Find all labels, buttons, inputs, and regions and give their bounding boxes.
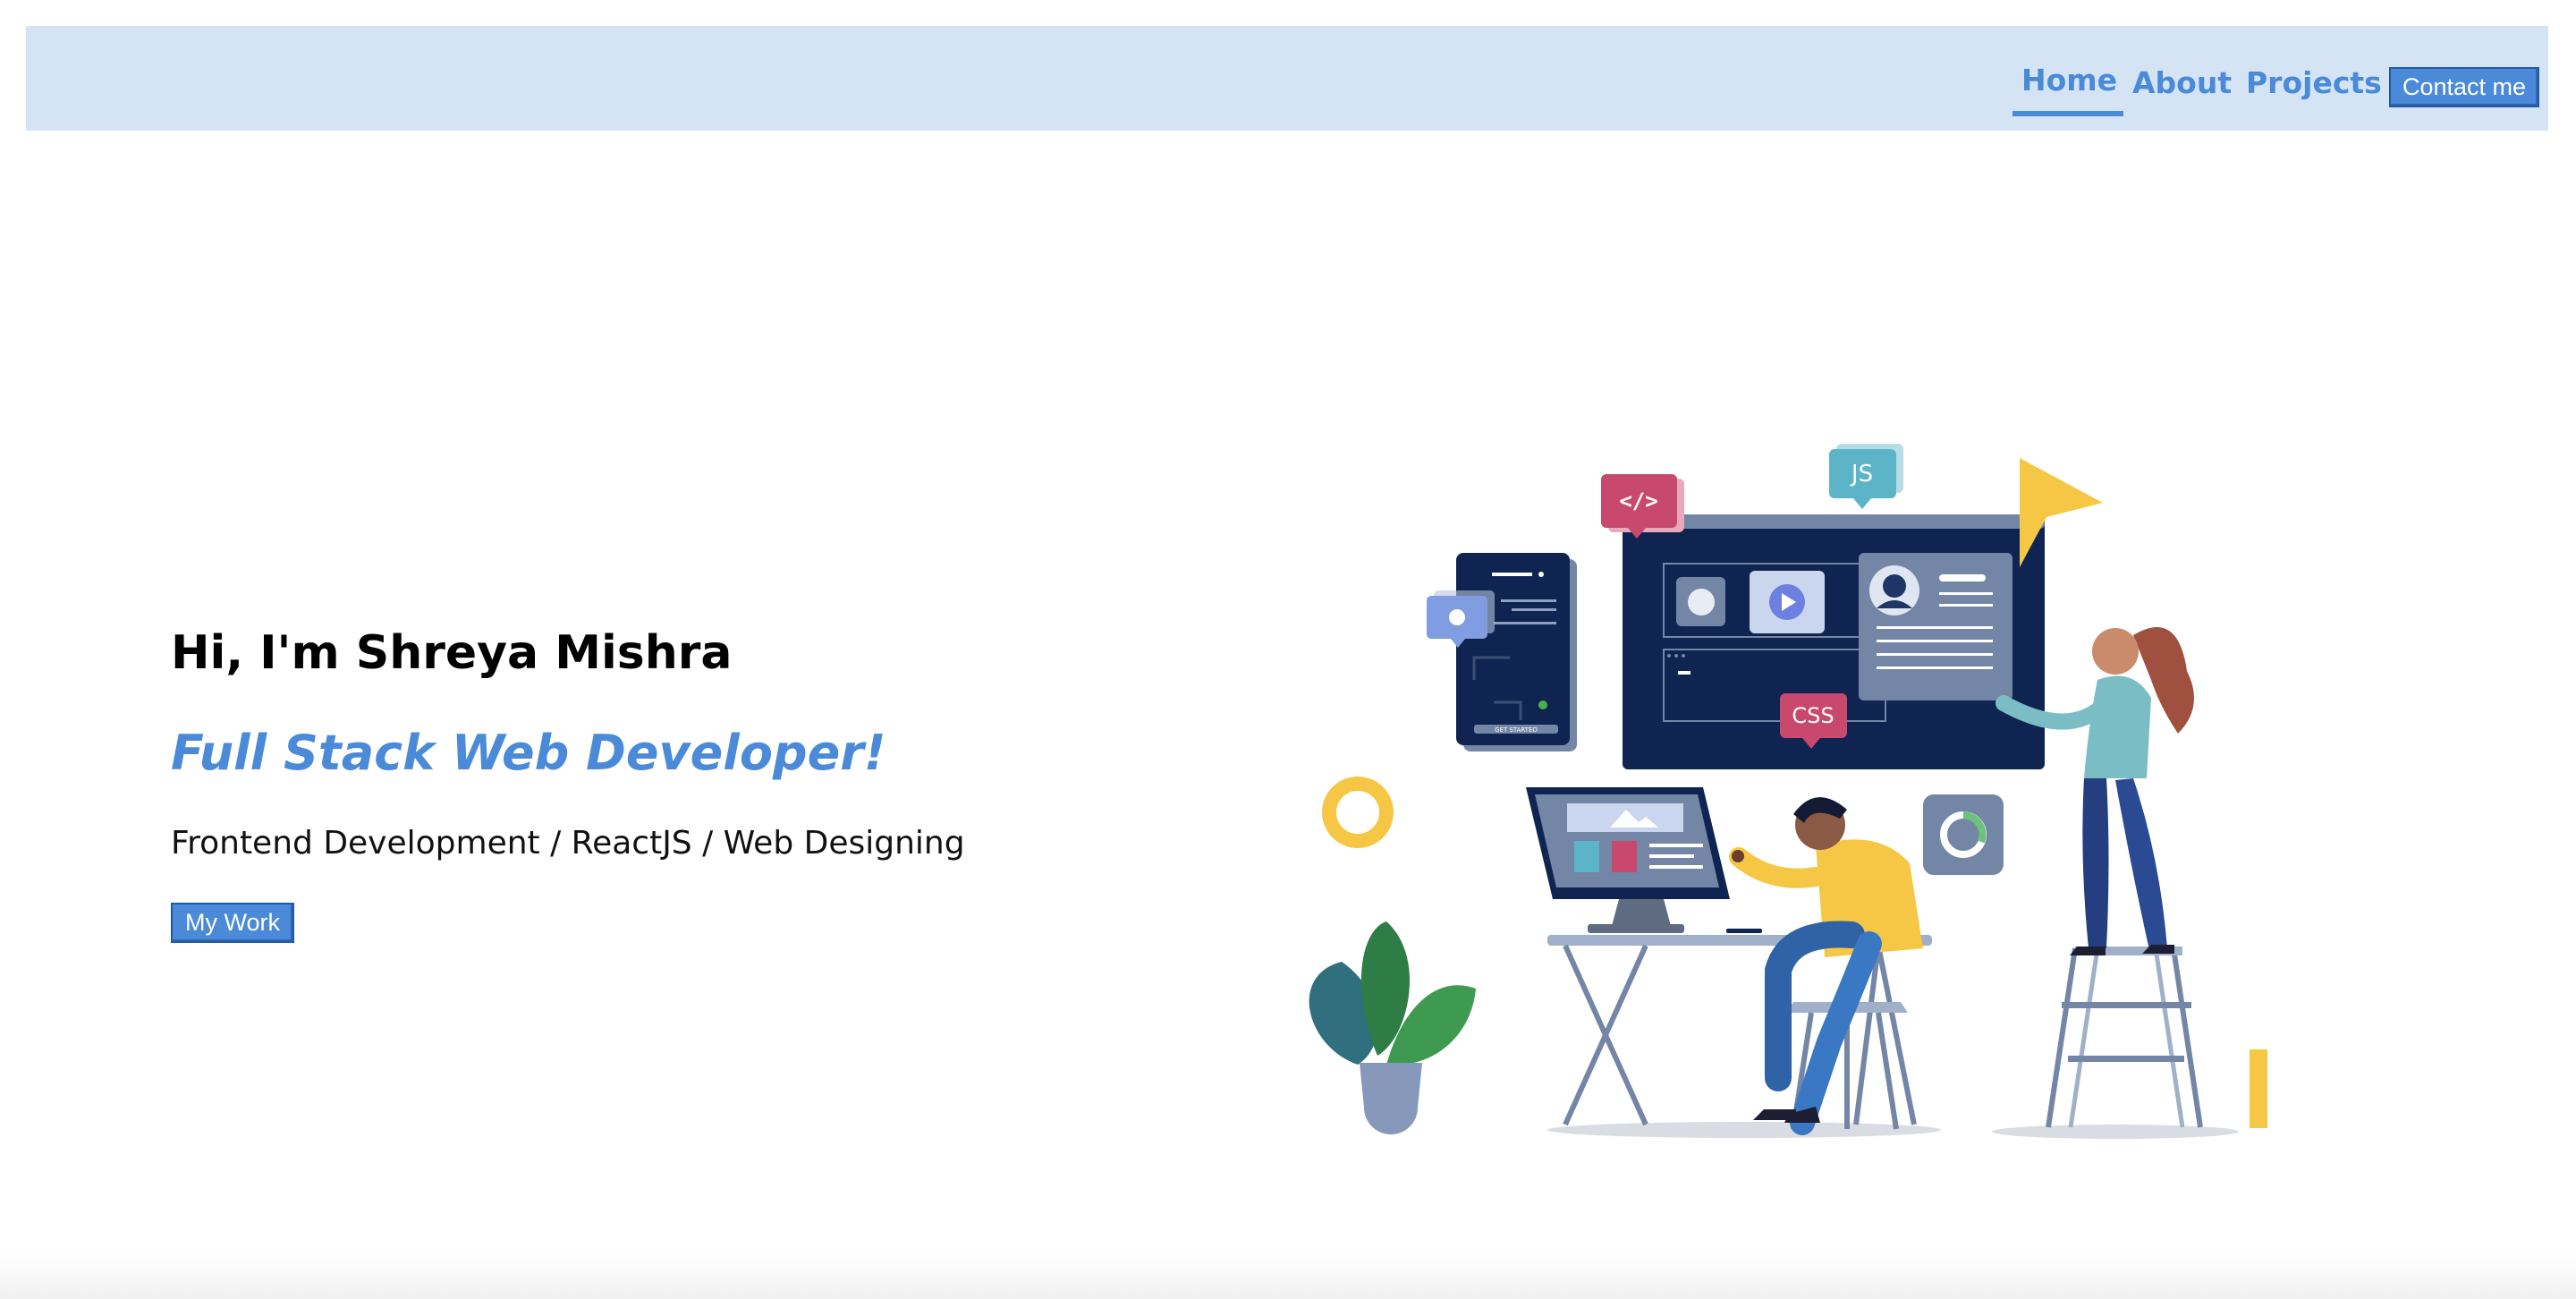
ladder-graphic	[2046, 947, 2203, 1128]
js-tag-text: JS	[1850, 461, 1873, 488]
nav-home-active-indicator	[2012, 111, 2123, 116]
nav-projects-link[interactable]: Projects	[2246, 65, 2382, 101]
css-tag-text: CSS	[1792, 703, 1834, 728]
developer-illustration: GET STARTED </> JS CSS	[1309, 444, 2267, 1139]
computer-monitor-graphic	[1526, 787, 1762, 933]
seated-developer-figure	[1729, 797, 1923, 1135]
get-started-tag: GET STARTED	[1495, 726, 1538, 734]
hero-greeting: Hi, I'm Shreya Mishra	[171, 626, 733, 680]
js-tag-bubble: JS	[1829, 444, 1903, 509]
code-tag-bubble: </>	[1601, 474, 1684, 539]
hero-role-title: Full Stack Web Developer!	[171, 725, 886, 781]
contact-me-button[interactable]: Contact me	[2389, 67, 2539, 107]
progress-ring-icon	[1923, 794, 2004, 875]
mobile-phone-graphic: GET STARTED	[1456, 553, 1577, 751]
yellow-bar-shape	[2250, 1049, 2267, 1128]
nav-about-link[interactable]: About	[2132, 65, 2232, 101]
nav-home-link[interactable]: Home	[2021, 63, 2117, 98]
yellow-ring-shape	[1322, 777, 1394, 848]
page-bottom-fade	[0, 1252, 2576, 1299]
hero-skills-text: Frontend Development / ReactJS / Web Des…	[171, 825, 965, 862]
my-work-button[interactable]: My Work	[171, 903, 294, 943]
potted-plant-graphic	[1309, 921, 1476, 1134]
code-tag-text: </>	[1619, 488, 1657, 514]
desk-floor-shadow	[1547, 1122, 1941, 1138]
